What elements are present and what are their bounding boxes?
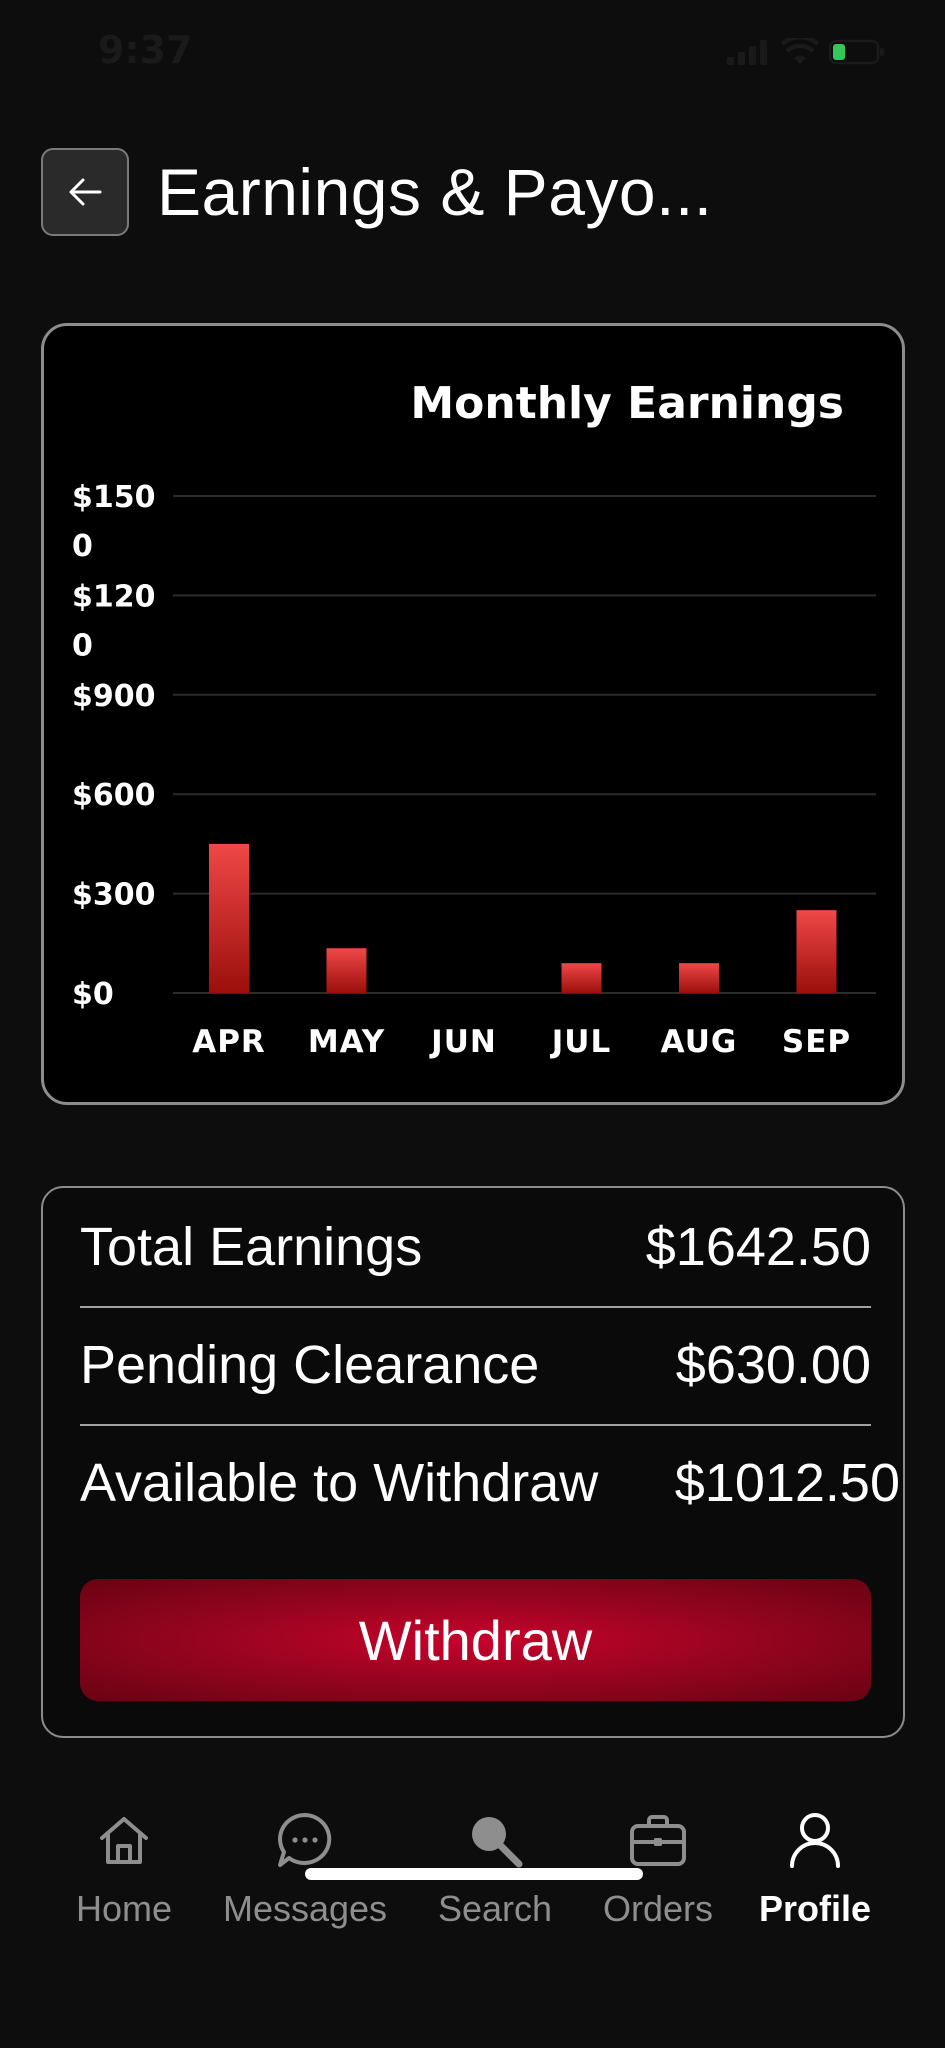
x-tick-label: JUL bbox=[550, 1024, 611, 1060]
pending-clearance-value: $630.00 bbox=[675, 1335, 871, 1395]
arrow-left-icon bbox=[69, 178, 102, 206]
status-time: 9:37 bbox=[98, 28, 193, 72]
home-icon bbox=[100, 1817, 148, 1864]
withdraw-button[interactable]: Withdraw bbox=[80, 1579, 871, 1701]
nav-label-home: Home bbox=[75, 1888, 173, 1929]
nav-label-orders: Orders bbox=[602, 1888, 714, 1929]
nav-label-search: Search bbox=[437, 1888, 553, 1929]
pending-clearance-label: Pending Clearance bbox=[80, 1335, 540, 1395]
chart-title: Monthly Earnings bbox=[410, 378, 844, 429]
y-tick-label: $120 0 bbox=[72, 579, 156, 663]
bar-sep bbox=[796, 910, 837, 993]
bar-apr bbox=[209, 843, 249, 993]
nav-label-messages: Messages bbox=[222, 1888, 388, 1929]
cellular-signal-icon bbox=[727, 40, 767, 65]
back-button[interactable] bbox=[41, 148, 129, 236]
bottom-nav: Home Messages Search Orders Profile bbox=[0, 1800, 945, 1960]
y-tick-label: $0 bbox=[72, 977, 114, 1012]
total-earnings-value: $1642.50 bbox=[645, 1217, 871, 1277]
bar-jul bbox=[561, 963, 602, 993]
monthly-earnings-chart: Monthly Earnings $150 0 $120 0 $900 $600 $300 $0… bbox=[41, 323, 905, 1105]
y-tick-label: $900 bbox=[72, 679, 156, 714]
nav-item-messages[interactable]: Messages bbox=[205, 1800, 405, 1930]
pending-clearance-row: Pending Clearance $630.00 bbox=[80, 1306, 871, 1426]
home-indicator bbox=[305, 1868, 643, 1880]
x-tick-label: AUG bbox=[661, 1024, 738, 1060]
x-tick-label: APR bbox=[192, 1024, 266, 1060]
earnings-summary-card: Total Earnings $1642.50 Pending Clearanc… bbox=[41, 1186, 905, 1738]
total-earnings-row: Total Earnings $1642.50 bbox=[80, 1188, 871, 1308]
total-earnings-label: Total Earnings bbox=[80, 1217, 423, 1277]
search-icon bbox=[472, 1817, 523, 1868]
nav-item-home[interactable]: Home bbox=[24, 1800, 224, 1930]
x-tick-label: JUN bbox=[429, 1024, 497, 1060]
y-tick-label: $600 bbox=[72, 778, 156, 813]
bar-may bbox=[326, 948, 367, 993]
y-tick-label: $300 bbox=[72, 878, 156, 913]
available-to-withdraw-value: $1012.50 bbox=[674, 1453, 900, 1513]
page-title: Earnings & Payo... bbox=[157, 155, 713, 229]
wifi-icon bbox=[781, 38, 819, 64]
status-icons bbox=[727, 38, 885, 66]
bar-aug bbox=[679, 963, 719, 993]
user-icon bbox=[790, 1813, 840, 1868]
nav-item-profile[interactable]: Profile bbox=[715, 1800, 915, 1930]
x-tick-label: MAY bbox=[308, 1024, 385, 1060]
available-to-withdraw-row: Available to Withdraw $1012.50 bbox=[80, 1424, 900, 1542]
x-tick-label: SEP bbox=[782, 1024, 851, 1060]
y-tick-label: $150 0 bbox=[72, 480, 156, 564]
status-bar: 9:37 bbox=[0, 0, 945, 100]
briefcase-icon bbox=[630, 1815, 686, 1866]
chat-bubble-icon bbox=[278, 1813, 332, 1867]
battery-icon bbox=[829, 39, 884, 65]
available-to-withdraw-label: Available to Withdraw bbox=[80, 1453, 599, 1513]
chart-canvas: Monthly Earnings $150 0 $120 0 $900 $600 $300 $0… bbox=[72, 378, 876, 1060]
nav-label-profile: Profile bbox=[758, 1888, 872, 1929]
